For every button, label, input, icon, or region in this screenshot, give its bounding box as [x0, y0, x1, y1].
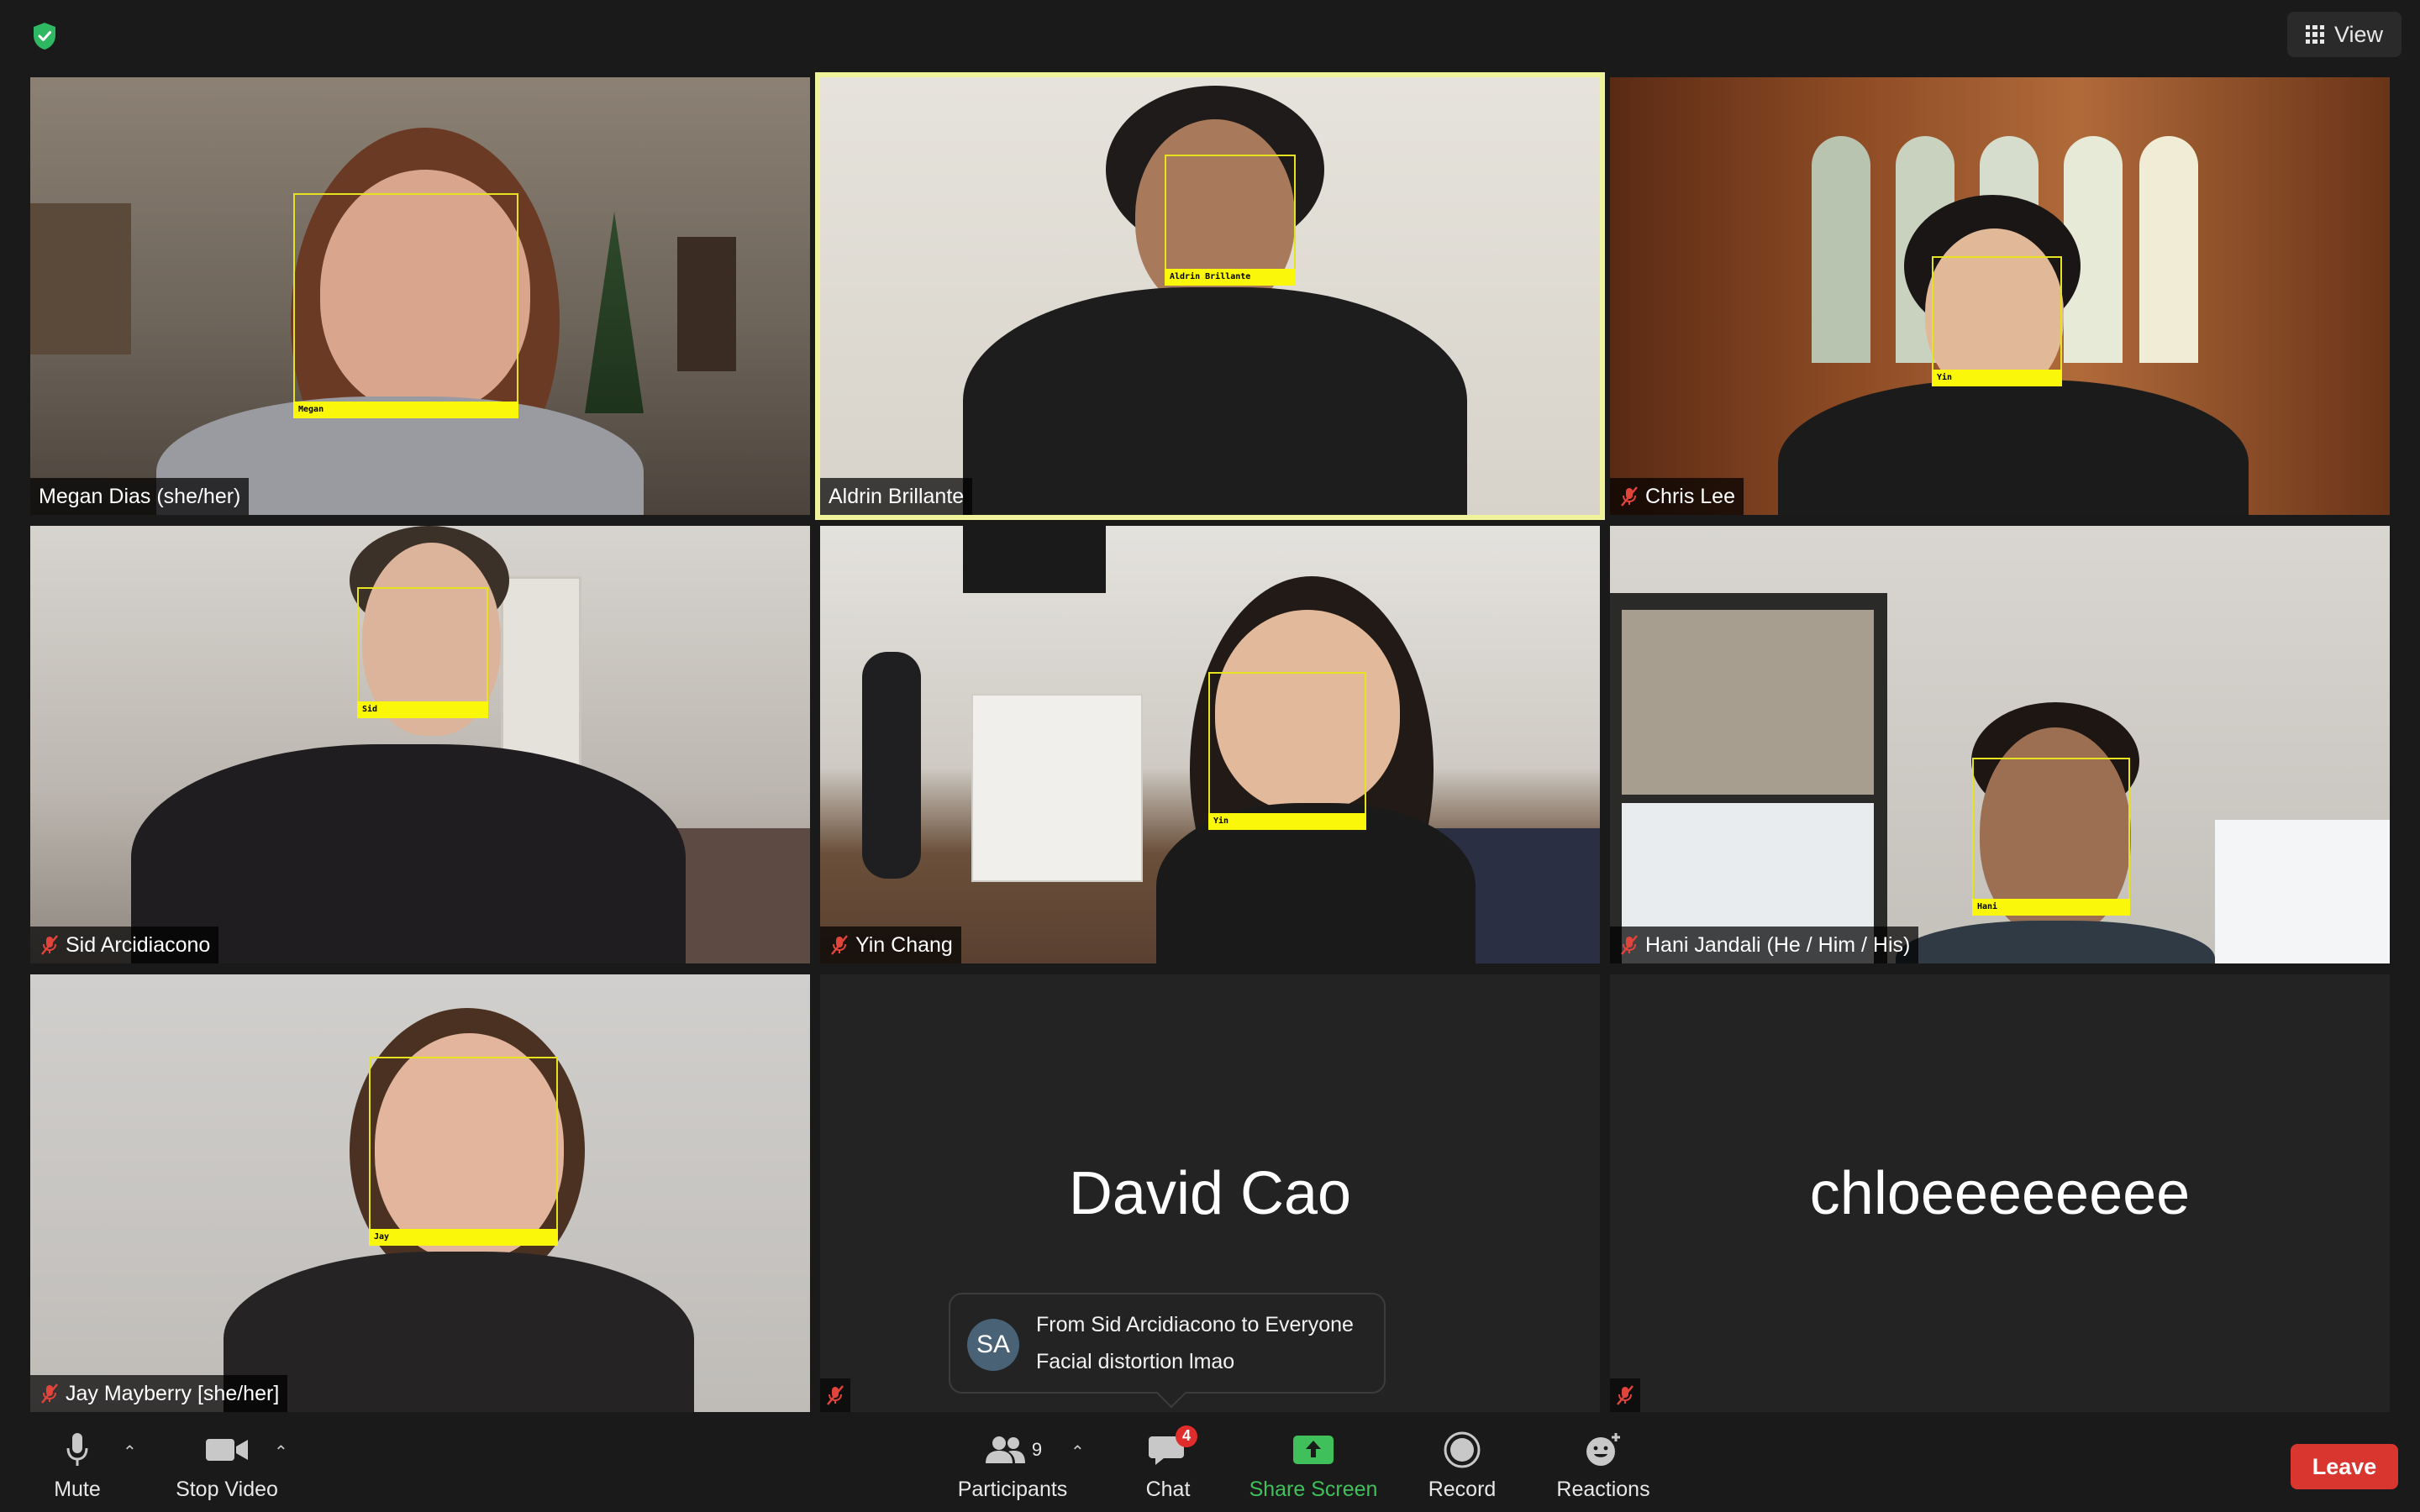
- muted-mic-icon: [1621, 935, 1638, 955]
- participant-name-label: Aldrin Brillante: [820, 478, 973, 515]
- face-tag: Yin: [1208, 813, 1366, 830]
- face-detection-box: Sid: [357, 587, 488, 718]
- view-button[interactable]: View: [2286, 12, 2402, 57]
- microphone-icon: [66, 1432, 88, 1466]
- participant-name-label: Megan Dias (she/her): [30, 478, 250, 515]
- video-tile-aldrin[interactable]: Aldrin Brillante Aldrin Brillante: [815, 72, 1605, 520]
- face-detection-box: Jay: [369, 1057, 558, 1246]
- video-feed: [820, 77, 1600, 515]
- video-tile-chris[interactable]: Yin Chris Lee: [1610, 77, 2390, 515]
- participants-count: 9: [1031, 1438, 1043, 1460]
- participant-name: Megan Dias (she/her): [39, 484, 241, 508]
- face-detection-box: Hani: [1972, 758, 2130, 916]
- muted-mic-icon: [1621, 486, 1638, 507]
- unread-chat-badge: 4: [1176, 1425, 1197, 1447]
- stop-video-label: Stop Video: [176, 1477, 278, 1501]
- video-options-chevron-icon[interactable]: ⌃: [274, 1441, 288, 1462]
- mute-button[interactable]: Mute: [44, 1420, 111, 1512]
- chat-label: Chat: [1145, 1477, 1191, 1501]
- face-detection-box: Yin: [1208, 672, 1366, 830]
- participant-name-label: Yin Chang: [820, 927, 961, 963]
- muted-mic-icon: [41, 935, 58, 955]
- video-camera-icon: [206, 1438, 248, 1461]
- stop-video-button[interactable]: Stop Video: [168, 1420, 286, 1512]
- record-button[interactable]: Record: [1420, 1420, 1504, 1512]
- sender-avatar: SA: [967, 1319, 1019, 1371]
- muted-mic-icon: [831, 935, 848, 955]
- video-tile-sid[interactable]: Sid Sid Arcidiacono: [30, 526, 810, 963]
- toast-message-text: Facial distortion lmao: [1036, 1350, 1235, 1373]
- share-screen-button[interactable]: Share Screen: [1244, 1420, 1383, 1512]
- tile-mute-indicator: [1610, 1378, 1640, 1412]
- face-tag: Hani: [1972, 899, 2130, 916]
- record-label: Record: [1428, 1477, 1497, 1501]
- participant-name: Aldrin Brillante: [829, 484, 965, 508]
- participant-name: chloeeeeeeee: [1809, 1159, 2191, 1227]
- face-tag: Megan: [293, 402, 518, 418]
- face-tag: Sid: [357, 701, 488, 718]
- participant-name: Hani Jandali (He / Him / His): [1645, 932, 1911, 957]
- chat-message-toast[interactable]: SA From Sid Arcidiacono to Everyone Faci…: [949, 1293, 1386, 1394]
- reactions-label: Reactions: [1556, 1477, 1650, 1501]
- encryption-shield-icon[interactable]: [32, 22, 57, 50]
- face-tag: Yin: [1932, 370, 2062, 386]
- face-detection-box: Aldrin Brillante: [1165, 155, 1296, 286]
- face-tag: Jay: [369, 1229, 558, 1246]
- participant-name: Chris Lee: [1645, 484, 1735, 508]
- video-tile-chloe[interactable]: chloeeeeeeee: [1610, 974, 2390, 1412]
- meeting-toolbar: Mute ⌃ Stop Video ⌃ 9 Participants ⌃ 4 C…: [0, 1420, 2420, 1512]
- participant-name-label: Chris Lee: [1610, 478, 1744, 515]
- participant-name-label: Sid Arcidiacono: [30, 927, 219, 963]
- tile-mute-indicator: [820, 1378, 850, 1412]
- video-tile-jay[interactable]: Jay Jay Mayberry [she/her]: [30, 974, 810, 1412]
- share-screen-label: Share Screen: [1249, 1477, 1378, 1501]
- video-tile-yin[interactable]: Yin Yin Chang: [820, 526, 1600, 963]
- face-detection-box: Megan: [293, 193, 518, 418]
- view-label: View: [2333, 21, 2383, 47]
- muted-mic-icon: [41, 1383, 58, 1404]
- share-screen-icon: [1293, 1435, 1334, 1464]
- muted-mic-icon: [827, 1385, 844, 1405]
- participant-name-label: Hani Jandali (He / Him / His): [1610, 927, 1919, 963]
- participant-name: Yin Chang: [855, 932, 953, 957]
- participant-name-label: Jay Mayberry [she/her]: [30, 1375, 288, 1412]
- reactions-smiley-icon: [1586, 1432, 1620, 1466]
- participants-options-chevron-icon[interactable]: ⌃: [1071, 1441, 1085, 1462]
- participant-name: Sid Arcidiacono: [66, 932, 211, 957]
- participant-name: Jay Mayberry [she/her]: [66, 1381, 280, 1405]
- toast-sender-line: From Sid Arcidiacono to Everyone: [1036, 1313, 1354, 1336]
- face-detection-box: Yin: [1932, 256, 2062, 386]
- video-tile-megan[interactable]: Megan Megan Dias (she/her): [30, 77, 810, 515]
- zoom-meeting-window: View Megan Megan Dias (she/her) Aldrin B…: [0, 0, 2420, 1512]
- face-tag: Aldrin Brillante: [1165, 269, 1296, 286]
- mute-label: Mute: [54, 1477, 101, 1501]
- record-icon: [1444, 1431, 1481, 1467]
- audio-options-chevron-icon[interactable]: ⌃: [123, 1441, 137, 1462]
- reactions-button[interactable]: Reactions: [1551, 1420, 1655, 1512]
- muted-mic-icon: [1617, 1385, 1634, 1405]
- participants-label: Participants: [957, 1477, 1068, 1501]
- chat-button[interactable]: 4 Chat: [1134, 1420, 1202, 1512]
- participants-button[interactable]: 9 Participants: [950, 1420, 1076, 1512]
- leave-meeting-button[interactable]: Leave: [2291, 1444, 2398, 1489]
- video-tile-hani[interactable]: Hani Hani Jandali (He / Him / His): [1610, 526, 2390, 963]
- grid-view-icon: [2305, 25, 2324, 44]
- participants-icon: [985, 1436, 1025, 1463]
